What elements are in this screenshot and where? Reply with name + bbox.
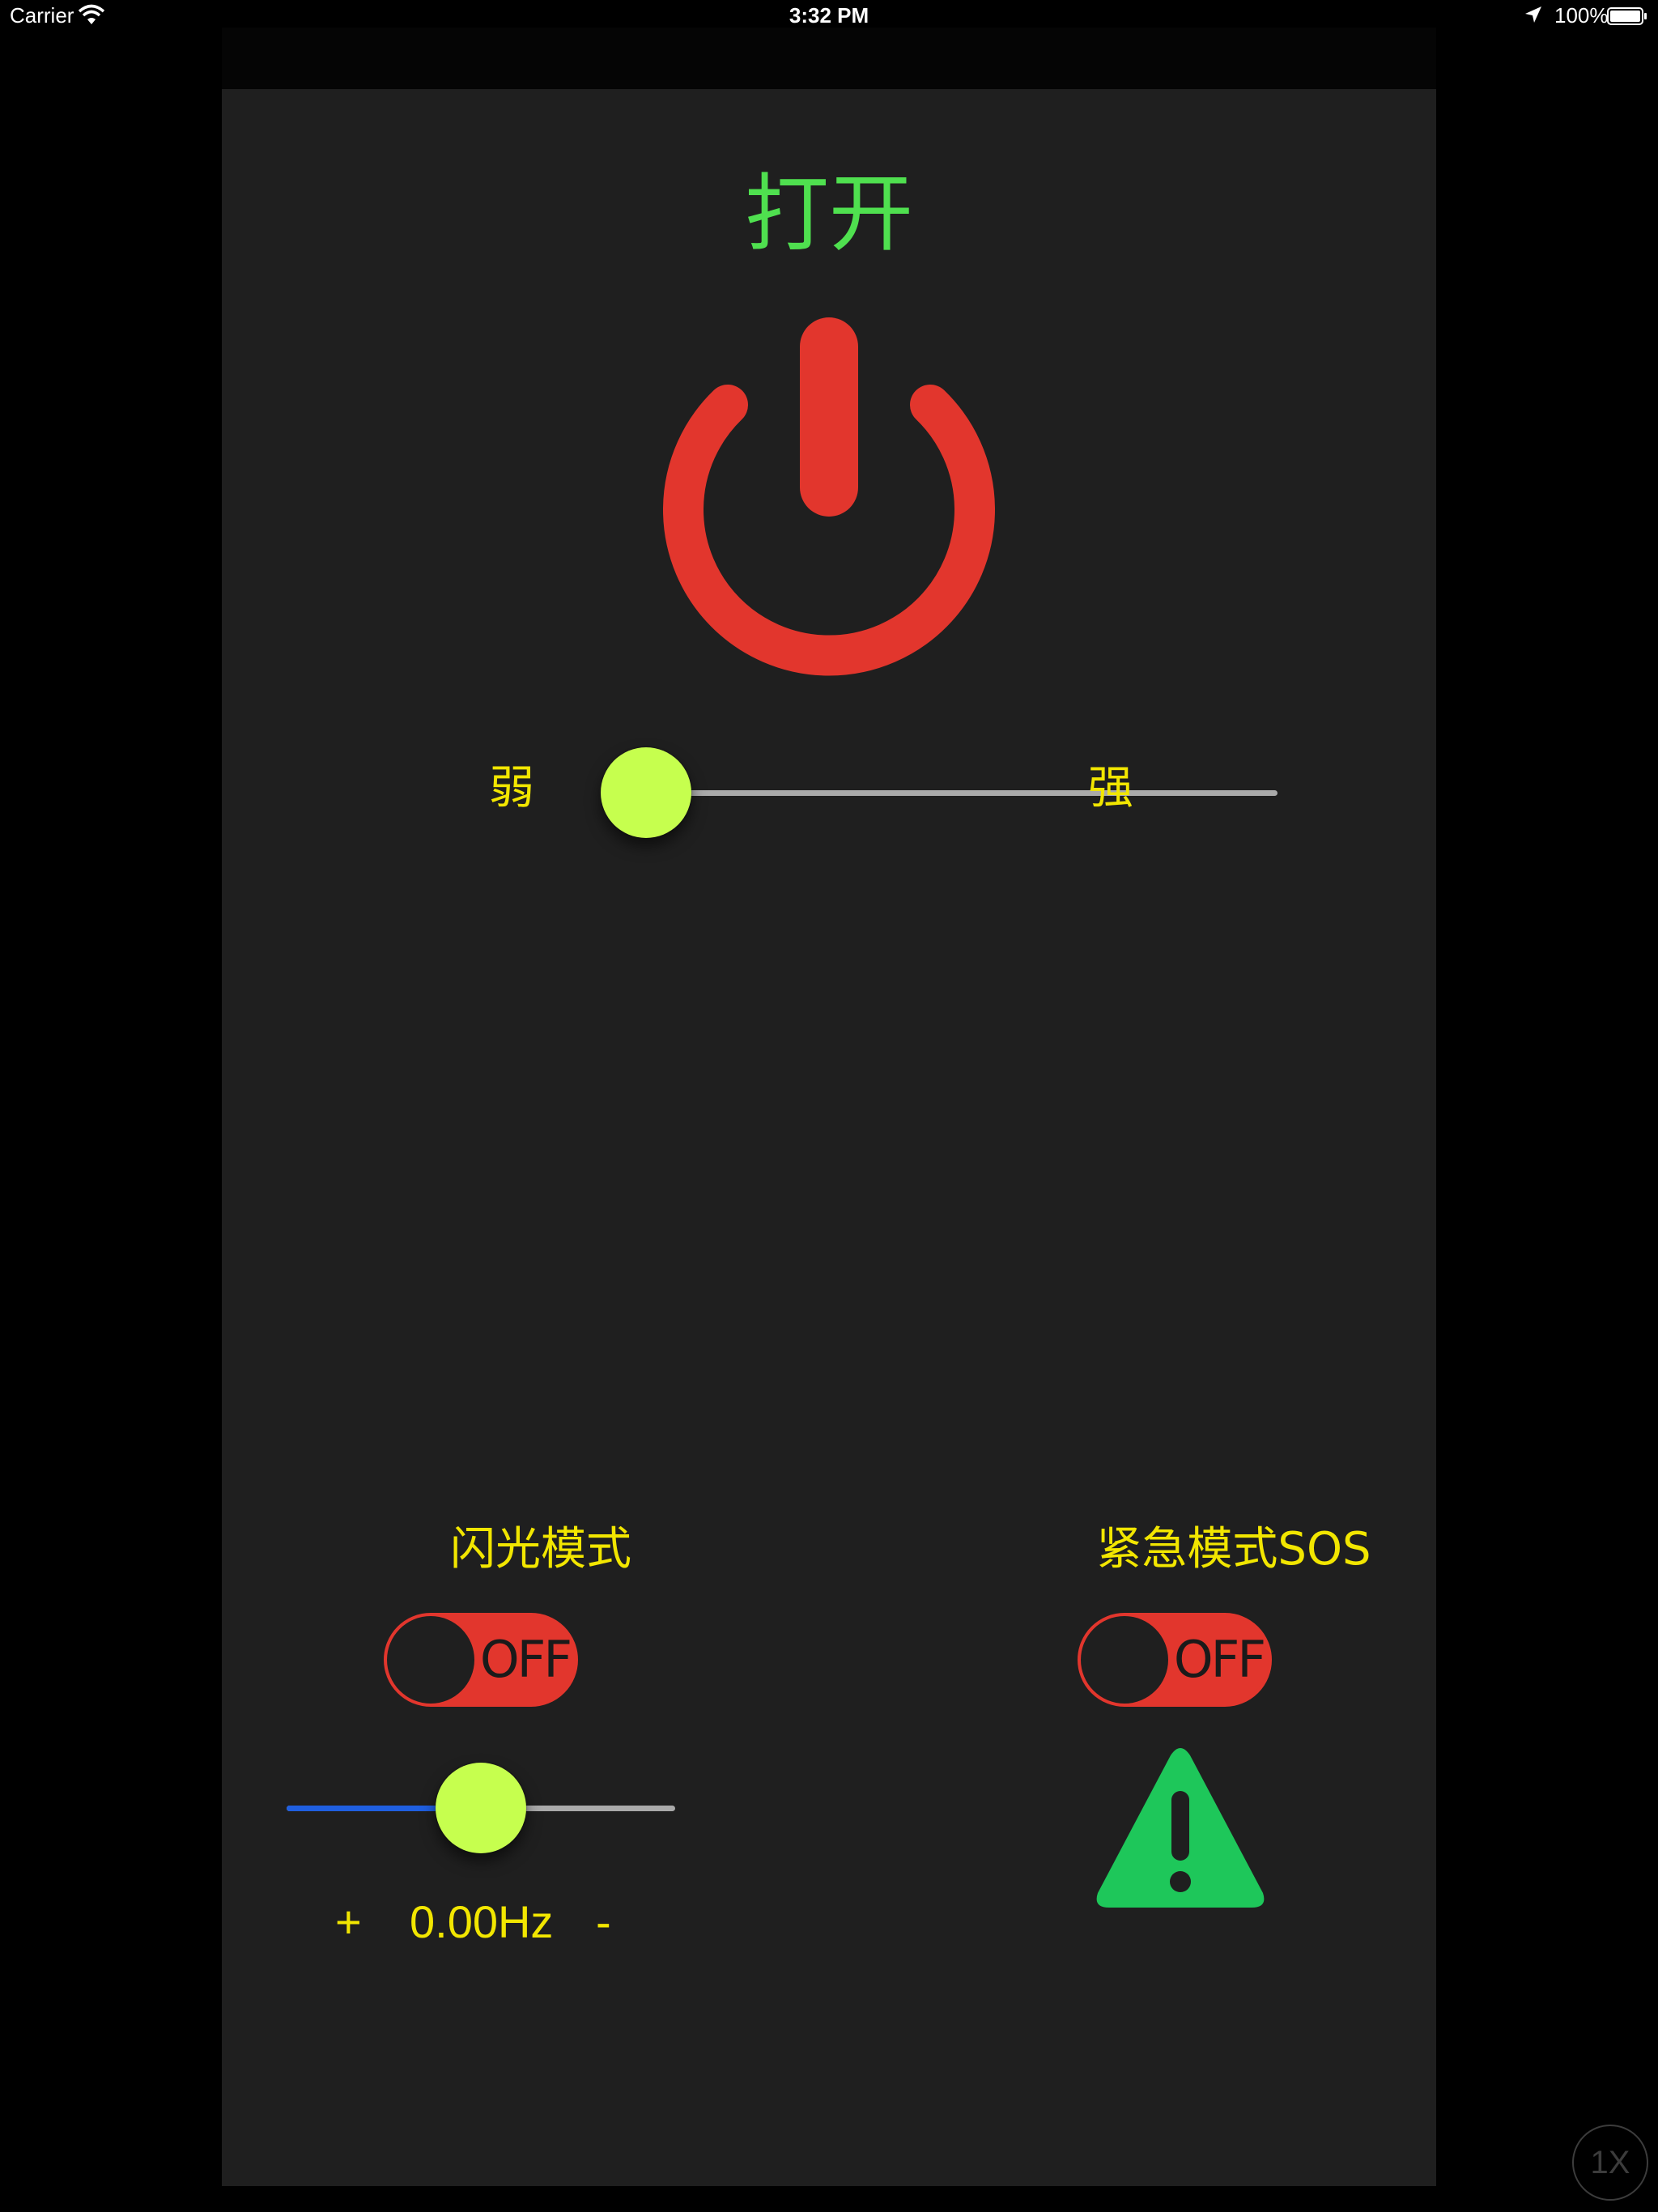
location-arrow-icon: [1525, 6, 1541, 23]
app-frame: 打开 弱 强 闪光模式 OFF + 0.00Hz - 紧急模式SOS OFF: [222, 28, 1436, 2186]
frequency-row: + 0.00Hz -: [335, 1890, 659, 1955]
brightness-max-label: 强: [1088, 762, 1133, 815]
flash-mode-title: 闪光模式: [450, 1523, 631, 1576]
status-time: 3:32 PM: [789, 3, 869, 28]
warning-icon[interactable]: [1093, 1744, 1268, 1911]
power-status-title: 打开: [744, 164, 913, 263]
flash-mode-toggle[interactable]: OFF: [384, 1613, 578, 1707]
toggle-knob: [1081, 1616, 1168, 1704]
battery-percent: 100%: [1554, 3, 1609, 28]
frequency-increase-button[interactable]: +: [335, 1890, 362, 1955]
brightness-min-label: 弱: [489, 762, 534, 815]
toggle-knob: [387, 1616, 474, 1704]
brightness-slider-knob[interactable]: [601, 747, 691, 838]
toggle-state-label: OFF: [1173, 1630, 1266, 1689]
power-icon[interactable]: [644, 311, 1014, 716]
frequency-slider-knob[interactable]: [436, 1763, 526, 1853]
frequency-decrease-button[interactable]: -: [596, 1890, 611, 1955]
sos-mode-toggle[interactable]: OFF: [1078, 1613, 1272, 1707]
top-bar: [222, 28, 1436, 89]
brightness-slider-track[interactable]: [646, 790, 1278, 796]
frequency-value: 0.00Hz: [410, 1896, 554, 1947]
sos-mode-title: 紧急模式SOS: [1096, 1523, 1371, 1576]
zoom-badge[interactable]: 1X: [1572, 2125, 1648, 2201]
battery-icon: [1607, 7, 1647, 25]
toggle-state-label: OFF: [479, 1630, 572, 1689]
